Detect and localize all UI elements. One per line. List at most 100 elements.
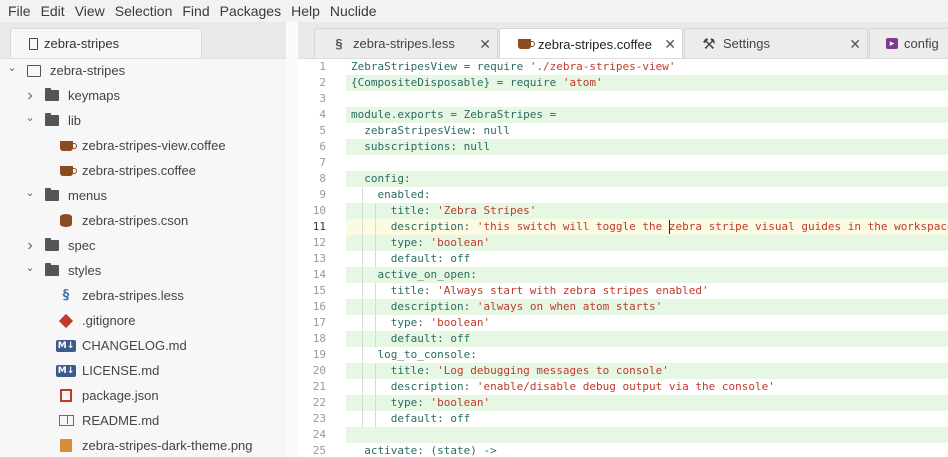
css-icon: §: [335, 36, 343, 51]
tab-zebra-stripes-coffee[interactable]: zebra-stripes.coffee ✕: [499, 28, 683, 58]
line-number: 6: [319, 140, 326, 153]
menu-selection[interactable]: Selection: [107, 3, 173, 19]
tree-item-label: LICENSE.md: [82, 363, 160, 378]
code-line[interactable]: 2 {CompositeDisposable} = require 'atom'{…: [298, 75, 948, 91]
code-line[interactable]: 8 config: config:: [298, 171, 948, 187]
code-line[interactable]: 21 description: 'enable/disable debug ou…: [298, 379, 948, 395]
menu-bar: File Edit View Selection Find Packages Help Nuc…: [0, 0, 948, 22]
tree-folder[interactable]: ⌄ lib: [0, 108, 286, 133]
code-line[interactable]: 4 module.exports = ZebraStripes =module.e…: [298, 107, 948, 123]
menu-nuclide[interactable]: Nuclide: [322, 3, 377, 19]
menu-file[interactable]: File: [0, 3, 31, 19]
string-token: 'Log debugging messages to console': [437, 364, 669, 377]
line-number: 9: [319, 188, 326, 201]
code-line[interactable]: 19 log_to_console: log_to_console:: [298, 347, 948, 363]
code-line[interactable]: 23 default: off default: off: [298, 411, 948, 427]
tab-config[interactable]: ▸ config: [869, 28, 948, 58]
code-token: config:: [351, 172, 411, 185]
close-icon[interactable]: ✕: [479, 36, 491, 53]
code-token: ZebraStripesView = require: [351, 60, 530, 73]
tree-file[interactable]: M↓ LICENSE.md: [0, 358, 286, 383]
code-editor[interactable]: 1 ZebraStripesView = require './zebra-str…: [298, 59, 948, 457]
code-line[interactable]: 16 description: 'always on when atom sta…: [298, 299, 948, 315]
tree-folder[interactable]: ⌄ styles: [0, 258, 286, 283]
code-text: title: 'Log debugging messages to consol…: [346, 363, 948, 379]
string-token: 'Zebra Stripes': [437, 204, 537, 217]
tree-folder[interactable]: › keymaps: [0, 83, 286, 108]
tree-folder[interactable]: › spec: [0, 233, 286, 258]
indent-guide: [375, 395, 377, 411]
menu-help[interactable]: Help: [283, 3, 320, 19]
menu-view[interactable]: View: [67, 3, 105, 19]
indent-guide: [375, 219, 377, 235]
indent-guide: [375, 331, 377, 347]
code-text: subscriptions: null subscriptions: null: [346, 139, 948, 155]
tree-file[interactable]: zebra-stripes-dark-theme.png: [0, 433, 286, 457]
line-number: 23: [312, 412, 326, 425]
tab-settings[interactable]: ⚒ Settings ✕: [684, 28, 868, 58]
string-token: 'boolean': [430, 396, 491, 409]
tree-file[interactable]: zebra-stripes-view.coffee: [0, 133, 286, 158]
code-line[interactable]: 20 title: 'Log debugging messages to con…: [298, 363, 948, 379]
tree-file[interactable]: § zebra-stripes.less: [0, 283, 286, 308]
image-icon: [58, 439, 74, 453]
repo-icon: [26, 64, 42, 78]
line-number: 14: [312, 268, 326, 281]
code-token: active_on_open:: [351, 268, 477, 281]
code-text: title: 'Zebra Stripes' title: 'Zebra Str…: [346, 203, 948, 219]
tree-file[interactable]: zebra-stripes.cson: [0, 208, 286, 233]
tree-file[interactable]: README.md: [0, 408, 286, 433]
close-icon[interactable]: ✕: [664, 36, 676, 53]
code-line[interactable]: 18 default: off default: off: [298, 331, 948, 347]
tree-file[interactable]: zebra-stripes.coffee: [0, 158, 286, 183]
editor-tab-bar: § zebra-stripes.less ✕ zebra-stripes.coffee…: [298, 22, 948, 59]
code-line[interactable]: 22 type: 'boolean' type: 'boolean': [298, 395, 948, 411]
code-text: ZebraStripesView = require './zebra-stri…: [346, 59, 948, 75]
code-line[interactable]: 5 zebraStripesView: null zebraStripesVie…: [298, 123, 948, 139]
tree-scrollbar[interactable]: [286, 22, 298, 457]
tree-file[interactable]: .gitignore: [0, 308, 286, 333]
code-line[interactable]: 12 type: 'boolean' type: 'boolean': [298, 235, 948, 251]
code-line[interactable]: 13 default: off default: off: [298, 251, 948, 267]
indent-guide: [362, 411, 364, 427]
code-token: title:: [351, 204, 438, 217]
code-line[interactable]: 24: [298, 427, 948, 443]
menu-find[interactable]: Find: [174, 3, 209, 19]
code-line[interactable]: 15 title: 'Always start with zebra strip…: [298, 283, 948, 299]
indent-guide: [375, 203, 377, 219]
tab-zebra-stripes-less[interactable]: § zebra-stripes.less ✕: [314, 28, 498, 58]
code-line[interactable]: 25 activate: (state) -> activate: (state…: [298, 443, 948, 457]
string-token: 'always on when atom starts': [476, 300, 663, 313]
indent-guide: [362, 395, 364, 411]
code-token: zebraStripesView: null: [351, 124, 510, 137]
indent-guide: [375, 235, 377, 251]
tree-tab[interactable]: zebra-stripes: [10, 28, 202, 58]
menu-edit[interactable]: Edit: [33, 3, 65, 19]
tree-item-label: zebra-stripes: [50, 63, 126, 78]
string-token: 'Always start with zebra stripes enabled…: [437, 284, 709, 297]
menu-packages[interactable]: Packages: [212, 3, 281, 19]
code-line[interactable]: 10 title: 'Zebra Stripes' title: 'Zebra …: [298, 203, 948, 219]
line-number: 17: [312, 316, 326, 329]
code-line[interactable]: 1 ZebraStripesView = require './zebra-str…: [298, 59, 948, 75]
code-line[interactable]: 11 description: 'this switch will toggle…: [298, 219, 948, 235]
code-line[interactable]: 7: [298, 155, 948, 171]
tree-folder[interactable]: ⌄ menus: [0, 183, 286, 208]
folder-icon: [44, 88, 60, 103]
close-icon[interactable]: ✕: [849, 36, 861, 53]
code-line[interactable]: 14 active_on_open: active_on_open:: [298, 267, 948, 283]
tree-file[interactable]: package.json: [0, 383, 286, 408]
code-line[interactable]: 9 enabled: enabled:: [298, 187, 948, 203]
code-line[interactable]: 6 subscriptions: null subscriptions: nul…: [298, 139, 948, 155]
code-line[interactable]: 17 type: 'boolean' type: 'boolean': [298, 315, 948, 331]
tree-item-label: zebra-stripes-dark-theme.png: [82, 438, 253, 453]
tree-folder[interactable]: ⌄ zebra-stripes: [0, 58, 286, 83]
tree-item-label: package.json: [82, 388, 159, 403]
code-line[interactable]: 3: [298, 91, 948, 107]
string-token: 'atom': [562, 76, 603, 89]
line-number: 16: [312, 300, 326, 313]
tree-file[interactable]: M↓ CHANGELOG.md: [0, 333, 286, 358]
indent-guide: [362, 379, 364, 395]
